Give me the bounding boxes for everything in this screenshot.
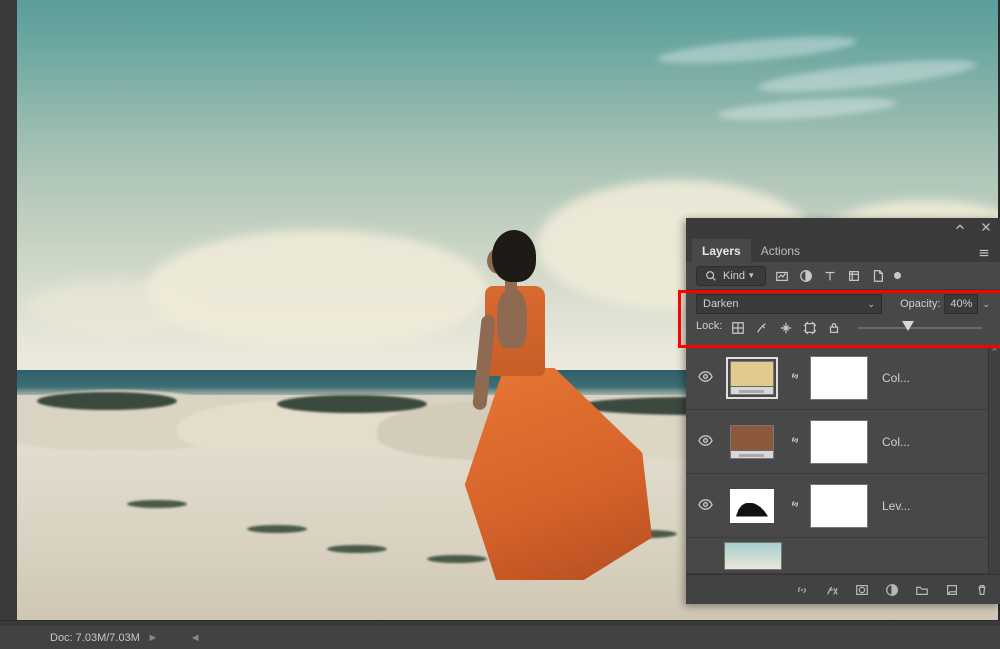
photo-vegetation	[37, 392, 177, 410]
left-gutter	[0, 0, 17, 620]
layer-thumbnail[interactable]	[730, 361, 774, 395]
delete-layer-icon[interactable]	[974, 582, 990, 598]
photo-grass	[247, 525, 307, 533]
scrollbar[interactable]: ⌃	[988, 346, 1000, 574]
layer-row[interactable]: Col...	[686, 346, 988, 410]
chevron-down-icon[interactable]: ⌄	[982, 299, 990, 310]
photo-vegetation	[277, 395, 427, 413]
new-adjustment-icon[interactable]	[884, 582, 900, 598]
layer-thumbnail[interactable]	[724, 542, 782, 570]
panel-titlebar[interactable]	[686, 218, 1000, 236]
layers-list: Col... Col...	[686, 346, 988, 574]
tab-actions[interactable]: Actions	[751, 239, 810, 262]
link-icon[interactable]	[788, 370, 802, 385]
tab-layers[interactable]: Layers	[692, 239, 751, 262]
filter-type-icon[interactable]	[822, 268, 838, 284]
new-layer-icon[interactable]	[944, 582, 960, 598]
lock-all-icon[interactable]	[826, 320, 842, 336]
link-layers-icon[interactable]	[794, 582, 810, 598]
layer-row[interactable]: Col...	[686, 410, 988, 474]
filter-adjust-icon[interactable]	[798, 268, 814, 284]
lock-brush-icon[interactable]	[754, 320, 770, 336]
photo-person	[457, 230, 657, 590]
layer-filter-row: Kind ▾	[686, 262, 1000, 290]
layer-row[interactable]	[686, 538, 988, 574]
add-mask-icon[interactable]	[854, 582, 870, 598]
filter-smart-icon[interactable]	[870, 268, 886, 284]
link-icon[interactable]	[788, 498, 802, 513]
photo-cloud	[27, 280, 207, 335]
lock-artboard-icon[interactable]	[802, 320, 818, 336]
doc-size-label: Doc: 7.03M/7.03M	[50, 632, 140, 644]
visibility-toggle[interactable]	[694, 497, 716, 515]
blend-opacity-row: Darken ⌄ Opacity: 40% ⌄	[686, 290, 1000, 318]
search-icon	[703, 268, 719, 284]
layer-name[interactable]: Col...	[882, 435, 980, 449]
filter-pixel-icon[interactable]	[774, 268, 790, 284]
collapse-icon[interactable]	[952, 219, 968, 235]
chevron-down-icon: ▾	[749, 270, 754, 281]
opacity-value: 40%	[950, 298, 972, 310]
fx-icon[interactable]	[824, 582, 840, 598]
opacity-slider[interactable]	[858, 320, 982, 336]
visibility-toggle[interactable]	[694, 369, 716, 387]
mask-thumbnail[interactable]	[810, 356, 868, 400]
layers-bottom-toolbar	[686, 574, 1000, 604]
layer-thumbnail[interactable]	[730, 425, 774, 459]
filter-shape-icon[interactable]	[846, 268, 862, 284]
link-icon[interactable]	[788, 434, 802, 449]
filter-kind-label: Kind	[723, 270, 745, 282]
lock-row: Lock:	[686, 318, 1000, 346]
photo-grass	[127, 500, 187, 508]
mask-thumbnail[interactable]	[810, 484, 868, 528]
layers-panel: Layers Actions Kind ▾ Darken	[686, 218, 1000, 604]
status-bar: Doc: 7.03M/7.03M ► ◄	[0, 626, 1000, 649]
layer-row[interactable]: Lev...	[686, 474, 988, 538]
lock-transparent-icon[interactable]	[730, 320, 746, 336]
mask-thumbnail[interactable]	[810, 420, 868, 464]
panel-tabbar: Layers Actions	[686, 236, 1000, 262]
blend-mode-value: Darken	[703, 298, 738, 310]
chevron-down-icon: ⌄	[868, 299, 876, 310]
status-arrow-right-icon[interactable]: ►	[146, 632, 160, 644]
visibility-toggle[interactable]	[694, 433, 716, 451]
layer-name[interactable]: Col...	[882, 371, 980, 385]
close-icon[interactable]	[978, 219, 994, 235]
photo-cloud	[147, 230, 487, 350]
panel-menu-icon[interactable]	[968, 245, 1000, 262]
opacity-field[interactable]: 40%	[944, 294, 978, 314]
layer-name[interactable]: Lev...	[882, 499, 980, 513]
lock-label: Lock:	[696, 320, 722, 332]
status-scroll-left-icon[interactable]: ◄	[188, 632, 202, 644]
blend-mode-select[interactable]: Darken ⌄	[696, 294, 882, 314]
new-group-icon[interactable]	[914, 582, 930, 598]
opacity-slider-thumb[interactable]	[902, 321, 914, 331]
lock-position-icon[interactable]	[778, 320, 794, 336]
layer-filter-kind[interactable]: Kind ▾	[696, 266, 766, 286]
opacity-label: Opacity:	[900, 298, 940, 310]
filter-toggle-icon[interactable]	[894, 272, 901, 279]
layer-thumbnail[interactable]	[730, 489, 774, 523]
photo-grass	[327, 545, 387, 553]
